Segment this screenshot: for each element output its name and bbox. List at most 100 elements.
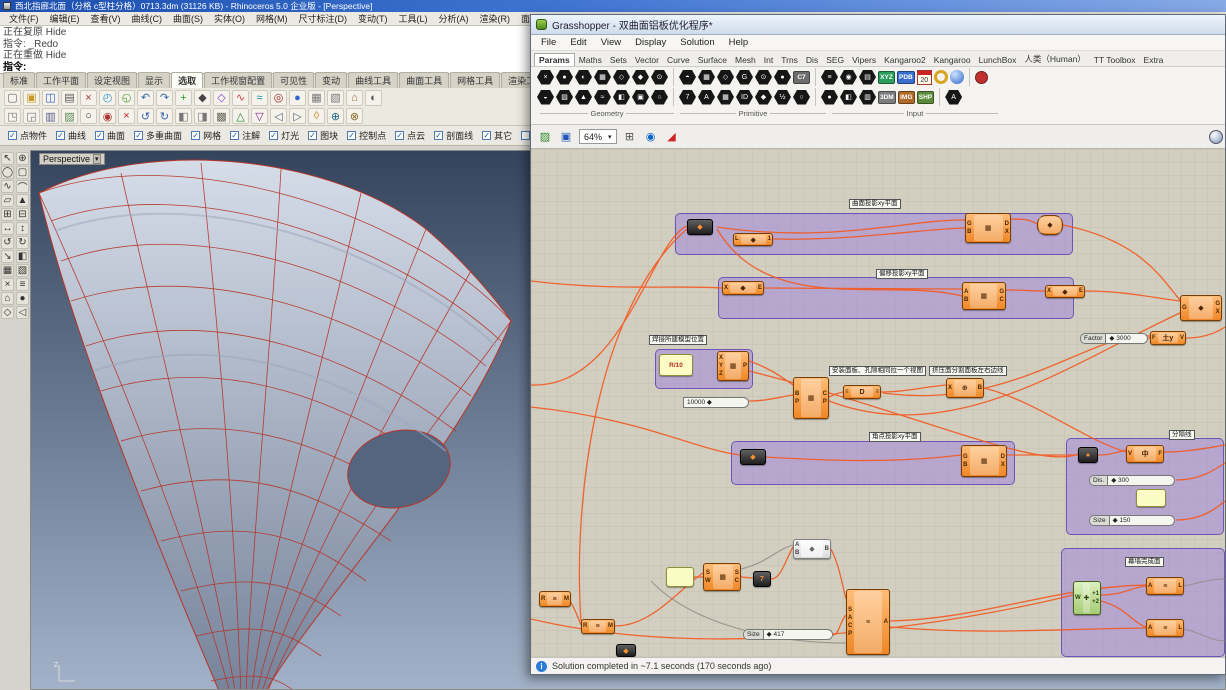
gh-tab-sets[interactable]: Sets xyxy=(606,54,631,66)
node-input-ports[interactable]: R xyxy=(582,620,588,633)
gh-tab-params[interactable]: Params xyxy=(534,53,575,66)
gh-node[interactable]: G B ▦ D X xyxy=(965,213,1011,243)
geometry-field-icon[interactable]: ≈ xyxy=(594,90,611,105)
corner-icon[interactable]: ◳ xyxy=(4,108,21,124)
node-body[interactable]: ▦ xyxy=(974,215,1003,241)
node-input-ports[interactable]: R xyxy=(540,592,546,606)
gh-slider[interactable]: Factor ◆ 3000 xyxy=(1080,333,1148,344)
node-output-ports[interactable]: V xyxy=(1179,332,1185,344)
node-output-ports[interactable]: L xyxy=(1177,578,1183,594)
filter-control-points[interactable]: 控制点 xyxy=(347,129,386,142)
delete-icon[interactable]: × xyxy=(118,108,135,124)
menu-curve[interactable]: 曲线(C) xyxy=(127,11,168,26)
node-body[interactable]: ◆ xyxy=(742,451,764,463)
input-list-icon[interactable]: ▥ xyxy=(859,90,876,105)
tab-transform[interactable]: 变动 xyxy=(315,72,347,88)
navigation-compass-icon[interactable]: ⊞ xyxy=(622,129,638,145)
node-output-ports[interactable]: L xyxy=(1177,620,1183,636)
gh-node[interactable]: G B ▦ D X xyxy=(961,445,1007,477)
point-tool-icon[interactable]: ● xyxy=(16,292,29,305)
node-body[interactable]: D xyxy=(851,387,874,397)
tab-curve-tools[interactable]: 曲线工具 xyxy=(348,72,398,88)
menu-render[interactable]: 渲染(R) xyxy=(475,11,516,26)
checkbox-icon[interactable] xyxy=(134,131,143,140)
checkbox-icon[interactable] xyxy=(395,131,404,140)
filter-meshes[interactable]: 网格 xyxy=(191,129,221,142)
node-body[interactable]: ▦ xyxy=(801,379,820,417)
node-input-ports[interactable]: S W xyxy=(704,564,712,590)
input-gradient-icon[interactable]: ▤ xyxy=(859,70,876,85)
rows-icon[interactable]: ▥ xyxy=(42,108,59,124)
curve-icon[interactable]: ∿ xyxy=(232,90,249,106)
move-icon[interactable]: ↔ xyxy=(1,222,14,235)
node-input-ports[interactable]: X xyxy=(723,282,729,294)
gh-tab-vector[interactable]: Vector xyxy=(631,54,663,66)
node-input-ports[interactable]: A xyxy=(1147,578,1153,594)
filter-lights[interactable]: 灯光 xyxy=(269,129,299,142)
node-input-ports[interactable]: L xyxy=(734,234,740,245)
primitive-guid-icon[interactable]: G xyxy=(736,70,753,85)
gh-tab-curve[interactable]: Curve xyxy=(663,54,694,66)
gh-tab-surface[interactable]: Surface xyxy=(694,54,731,66)
gh-param[interactable]: ◆ xyxy=(740,449,766,465)
node-output-ports[interactable]: 1 xyxy=(767,234,772,245)
checkbox-icon[interactable] xyxy=(269,131,278,140)
node-output-ports[interactable]: D X xyxy=(1004,214,1010,242)
checkbox-icon[interactable] xyxy=(8,131,17,140)
gh-panel[interactable]: R/10 xyxy=(659,354,693,376)
gh-node[interactable]: V 中 F xyxy=(1126,445,1164,463)
primitive-c7-badge[interactable]: C7 xyxy=(793,71,810,84)
undo-icon[interactable]: ↶ xyxy=(137,90,154,106)
primitive-id-icon[interactable]: ID xyxy=(736,90,753,105)
gh-group-label[interactable]: 偏移投影xy平面 xyxy=(876,269,928,279)
rect-tool-icon[interactable]: ▢ xyxy=(16,166,29,179)
geometry-brep-icon[interactable]: ◆ xyxy=(632,70,649,85)
gh-slider[interactable]: Dis. ◆ 300 xyxy=(1089,475,1175,486)
input-pdb-badge[interactable]: PDB xyxy=(897,71,915,84)
node-input-ports[interactable]: X xyxy=(947,379,953,397)
geometry-sphere-icon[interactable]: ○ xyxy=(651,90,668,105)
node-body[interactable]: ≡ xyxy=(854,591,881,653)
gh-menu-display[interactable]: Display xyxy=(629,36,672,49)
slider-track[interactable]: ◆ 300 xyxy=(1107,475,1175,486)
redo-icon[interactable]: ↷ xyxy=(156,90,173,106)
slider-track[interactable]: ◆ 3000 xyxy=(1105,333,1148,344)
filter-annotations[interactable]: 注解 xyxy=(230,129,260,142)
tab-select[interactable]: 选取 xyxy=(171,72,203,88)
node-body[interactable]: ≡ xyxy=(547,593,562,605)
tab-cplane[interactable]: 工作平面 xyxy=(36,72,86,88)
gh-panel[interactable] xyxy=(1136,489,1166,507)
menu-surface[interactable]: 曲面(S) xyxy=(168,11,208,26)
slider-track[interactable]: 10000 ◆ xyxy=(683,397,749,408)
print-icon[interactable]: ▤ xyxy=(61,90,78,106)
sphere-icon[interactable]: ● xyxy=(289,90,306,106)
menu-tools[interactable]: 工具(L) xyxy=(394,11,433,26)
preview-sphere-icon[interactable] xyxy=(1209,130,1223,144)
corner2-icon[interactable]: ◲ xyxy=(23,108,40,124)
trim-icon[interactable]: × xyxy=(1,278,14,291)
gh-param[interactable]: ◆ xyxy=(687,219,713,235)
geometry-cone-icon[interactable]: ▲ xyxy=(575,90,592,105)
filter-hatches[interactable]: 剖面线 xyxy=(434,129,473,142)
node-body[interactable]: ▦ xyxy=(970,284,997,308)
node-body[interactable]: ● xyxy=(1080,449,1096,461)
dim-icon[interactable]: ◁ xyxy=(16,306,29,319)
primitive-matrix-icon[interactable]: ▦ xyxy=(698,70,715,85)
gh-node[interactable]: X Y Z ▦ P xyxy=(717,351,749,381)
tab-display[interactable]: 显示 xyxy=(138,72,170,88)
node-input-ports[interactable]: A B xyxy=(963,283,969,309)
primitive-culture-icon[interactable]: ⊙ xyxy=(755,70,772,85)
save-document-icon[interactable]: ▣ xyxy=(558,129,574,145)
gh-tab-maths[interactable]: Maths xyxy=(575,54,606,66)
cplane-icon[interactable]: ⌂ xyxy=(1,292,14,305)
rotate-cw-icon[interactable]: ↻ xyxy=(156,108,173,124)
node-input-ports[interactable]: G xyxy=(1181,296,1188,320)
gh-node[interactable]: X ◆ E xyxy=(722,281,764,295)
preview-eye-icon[interactable]: ◉ xyxy=(643,129,659,145)
gh-tab-kangaroo2[interactable]: Kangaroo2 xyxy=(880,54,930,66)
mesh-icon[interactable]: ▨ xyxy=(61,108,78,124)
node-output-ports[interactable]: C P xyxy=(822,378,828,418)
primitive-fraction-icon[interactable]: ½ xyxy=(774,90,791,105)
node-output-ports[interactable]: D X xyxy=(1000,446,1006,476)
primitive-number-icon[interactable]: ◆ xyxy=(755,90,772,105)
